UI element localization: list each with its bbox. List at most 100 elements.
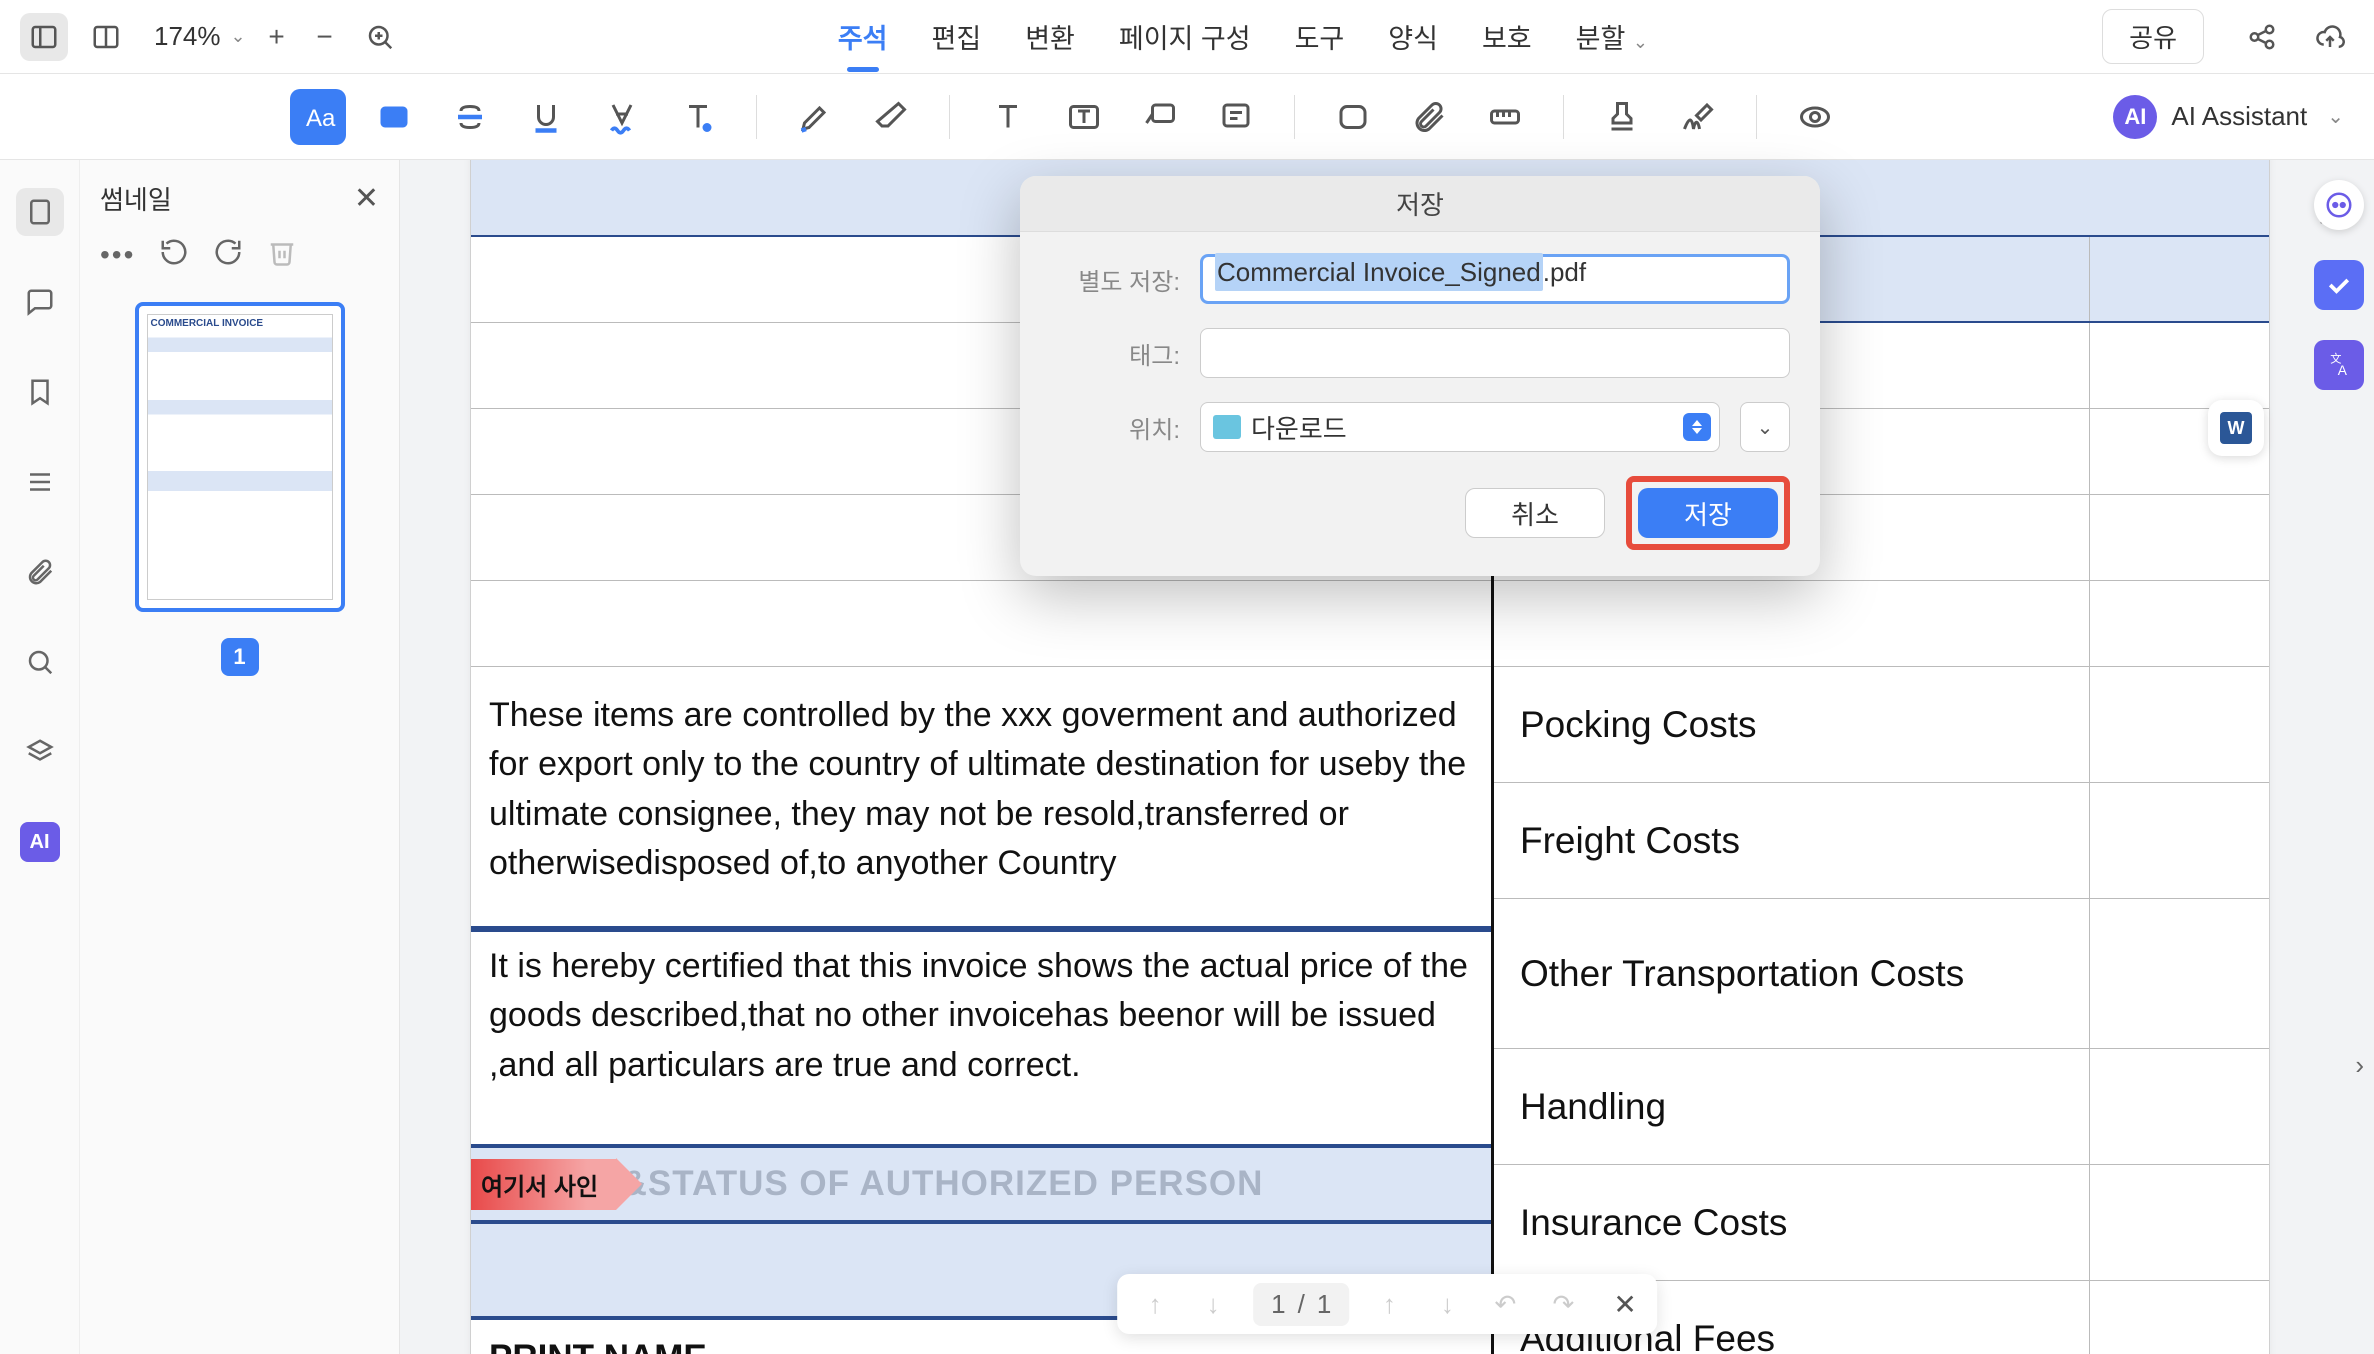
annotation-toolbar: Aa [0, 74, 2374, 160]
tab-tools[interactable]: 도구 [1293, 11, 1347, 62]
strikethrough-button[interactable] [442, 89, 498, 145]
svg-text:A: A [2338, 363, 2348, 378]
zoom-level-dropdown[interactable]: 174%⌄ [154, 21, 246, 52]
cost-row-other-transport: Other Transportation Costs [1520, 953, 2089, 995]
hide-annotations-button[interactable] [1787, 89, 1843, 145]
zoom-in-button[interactable]: + [260, 20, 294, 54]
tab-convert[interactable]: 변환 [1023, 11, 1077, 62]
highlighter-button[interactable] [787, 89, 843, 145]
rail-comments-button[interactable] [16, 278, 64, 326]
tab-split[interactable]: 분할 ⌄ [1574, 11, 1650, 62]
cancel-button[interactable]: 취소 [1465, 488, 1605, 538]
tab-protect[interactable]: 보호 [1480, 11, 1534, 62]
save-button[interactable]: 저장 [1638, 488, 1778, 538]
tab-forms[interactable]: 양식 [1386, 11, 1440, 62]
saveas-label: 별도 저장: [1050, 262, 1180, 297]
eraser-button[interactable] [863, 89, 919, 145]
underline-button[interactable] [518, 89, 574, 145]
location-value: 다운로드 [1251, 409, 1673, 446]
ai-assistant-button[interactable]: AI AI Assistant ⌄ [2113, 95, 2344, 139]
text-tool-button[interactable] [980, 89, 1036, 145]
rail-outline-button[interactable] [16, 458, 64, 506]
save-dialog-title: 저장 [1020, 176, 1820, 232]
tab-edit[interactable]: 편집 [930, 11, 984, 62]
zoom-out-button[interactable]: − [308, 20, 342, 54]
last-page-button[interactable]: ↓ [1195, 1286, 1231, 1322]
rail-layers-button[interactable] [16, 728, 64, 776]
cost-row-freight: Freight Costs [1520, 820, 2089, 862]
filename-input[interactable]: Commercial Invoice_Signed.pdf [1200, 254, 1790, 304]
location-expand-button[interactable]: ⌄ [1740, 402, 1790, 452]
sign-here-tag[interactable]: 여기서 사인 [471, 1158, 642, 1210]
tab-page-org[interactable]: 페이지 구성 [1117, 11, 1253, 62]
export-word-button[interactable]: W [2208, 400, 2264, 456]
close-nav-button[interactable]: ✕ [1613, 1288, 1636, 1321]
tags-input[interactable] [1200, 328, 1790, 378]
thumbnail-panel-title: 썸네일 [100, 180, 172, 217]
callout-button[interactable] [1132, 89, 1188, 145]
rotate-right-button[interactable] [213, 237, 243, 272]
signature-button[interactable] [1670, 89, 1726, 145]
certification-text: It is hereby certified that this invoice… [471, 932, 1491, 1114]
rail-thumbnails-button[interactable] [16, 188, 64, 236]
top-toolbar: 174%⌄ + − 주석 편집 변환 페이지 구성 도구 양식 보호 분할 ⌄ … [0, 0, 2374, 74]
ai-badge-icon: AI [2113, 95, 2157, 139]
location-dropdown[interactable]: 다운로드 [1200, 402, 1720, 452]
thumbnail-page-1[interactable]: COMMERCIAL INVOICE [135, 302, 345, 612]
ai-check-button[interactable] [2314, 260, 2364, 310]
note-button[interactable] [1208, 89, 1264, 145]
page-indicator[interactable]: 1 / 1 [1253, 1283, 1349, 1326]
redo-button[interactable]: ↷ [1545, 1286, 1581, 1322]
area-highlight-button[interactable] [366, 89, 422, 145]
folder-icon [1213, 415, 1241, 439]
text-annotation-button[interactable]: Aa [290, 89, 346, 145]
rotate-left-button[interactable] [159, 237, 189, 272]
thumbnail-more-button[interactable]: ••• [100, 239, 135, 271]
next-page-button[interactable]: ↓ [1429, 1286, 1465, 1322]
menu-tabs: 주석 편집 변환 페이지 구성 도구 양식 보호 분할 ⌄ [836, 11, 1650, 62]
stamp-button[interactable] [1594, 89, 1650, 145]
ai-translate-button[interactable]: 文A [2314, 340, 2364, 390]
export-control-text: These items are controlled by the xxx go… [471, 667, 1491, 912]
cost-row-insurance: Insurance Costs [1520, 1202, 2089, 1244]
location-selector-icon [1683, 413, 1711, 441]
attachment-button[interactable] [1401, 89, 1457, 145]
svg-text:Aa: Aa [306, 105, 336, 132]
first-page-button[interactable]: ↑ [1137, 1286, 1173, 1322]
undo-button[interactable]: ↶ [1487, 1286, 1523, 1322]
insert-text-button[interactable] [670, 89, 726, 145]
share-button[interactable]: 공유 [2102, 9, 2204, 64]
squiggly-button[interactable] [594, 89, 650, 145]
cloud-upload-icon[interactable] [2306, 13, 2354, 61]
thumbnail-panel: 썸네일 ✕ ••• COMMERCIAL INVOICE 1 [80, 160, 400, 1354]
thumbnail-page-number: 1 [221, 638, 259, 676]
thumbnail-panel-close-button[interactable]: ✕ [354, 181, 379, 216]
cost-row-handling: Handling [1520, 1086, 2089, 1128]
save-dialog: 저장 별도 저장: Commercial Invoice_Signed.pdf … [1020, 176, 1820, 576]
link-share-icon[interactable] [2238, 13, 2286, 61]
signature-header-row: 여기서 사인 RE&STATUS OF AUTHORIZED PERSON [471, 1144, 1491, 1224]
save-button-highlight: 저장 [1626, 476, 1790, 550]
reading-mode-button[interactable] [82, 13, 130, 61]
cost-row-packing: Pocking Costs [1520, 704, 2089, 746]
rail-search-button[interactable] [16, 638, 64, 686]
tags-label: 태그: [1050, 336, 1180, 371]
right-rail-expand-button[interactable]: › [2355, 1050, 2364, 1081]
left-rail: AI [0, 160, 80, 1354]
rectangle-button[interactable] [1325, 89, 1381, 145]
rail-attachments-button[interactable] [16, 548, 64, 596]
delete-page-button[interactable] [267, 237, 297, 272]
ai-chat-button[interactable] [2314, 180, 2364, 230]
prev-page-button[interactable]: ↑ [1371, 1286, 1407, 1322]
fit-page-button[interactable] [356, 13, 404, 61]
signature-header-label: RE&STATUS OF AUTHORIZED PERSON [571, 1164, 1263, 1204]
rail-ai-button[interactable]: AI [16, 818, 64, 866]
word-icon: W [2220, 412, 2252, 444]
location-label: 위치: [1050, 410, 1180, 445]
sidebar-toggle-button[interactable] [20, 13, 68, 61]
tab-annotate[interactable]: 주석 [836, 11, 890, 62]
zoom-controls: 174%⌄ + − [154, 13, 404, 61]
rail-bookmarks-button[interactable] [16, 368, 64, 416]
textbox-button[interactable] [1056, 89, 1112, 145]
measure-button[interactable] [1477, 89, 1533, 145]
